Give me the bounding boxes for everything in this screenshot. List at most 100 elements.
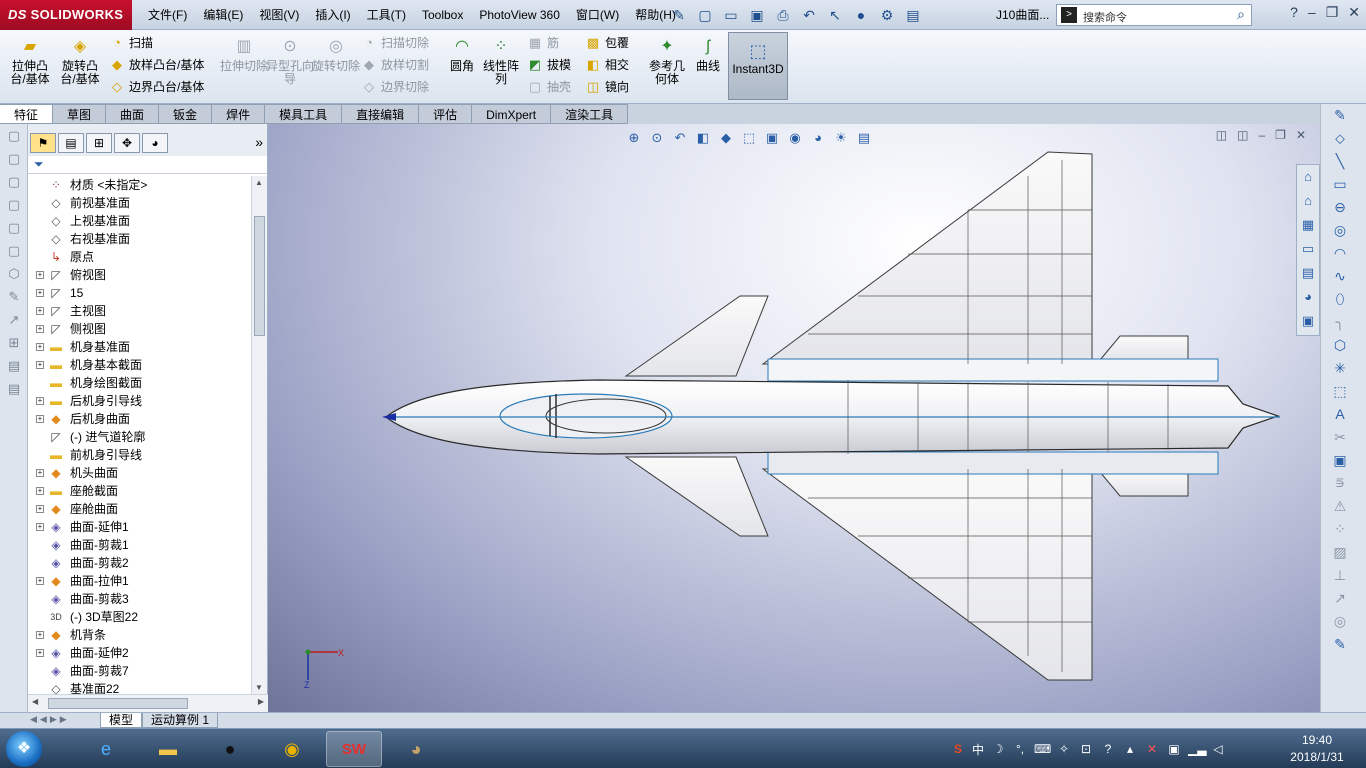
save-icon[interactable]: ▣ (746, 4, 768, 26)
convert-entities-icon[interactable]: ▣ (1325, 449, 1355, 472)
traffic-light-icon[interactable]: ● (850, 4, 872, 26)
tab-model[interactable]: 模型 (100, 713, 143, 728)
expand-toggle-icon[interactable]: + (36, 523, 44, 531)
upper-ventral-fin[interactable] (1098, 335, 1189, 361)
tree-item[interactable]: ◇ 基准面22 (28, 680, 252, 694)
curves-button[interactable]: ʃ 曲线 (690, 36, 726, 73)
lower-canard[interactable] (624, 456, 769, 537)
upper-canard[interactable] (624, 295, 769, 377)
offset-icon[interactable]: ⋾ (1325, 472, 1355, 495)
expand-toggle-icon[interactable]: + (36, 649, 44, 657)
volume-icon[interactable]: ◁ (1210, 742, 1226, 756)
extrude-boss-button[interactable]: ▰ 拉伸凸台/基体 (6, 36, 54, 86)
tree-item[interactable]: + ◈ 曲面-延伸1 (28, 518, 252, 536)
select-arrow-icon[interactable]: ↖ (824, 4, 846, 26)
solidworks-logo[interactable]: DS SOLIDWORKS (0, 0, 132, 30)
box-icon[interactable]: ▢ (0, 239, 28, 262)
menu-view[interactable]: 视图(V) (251, 0, 307, 30)
scroll-thumb[interactable] (48, 698, 188, 709)
tab-direct-editing[interactable]: 直接编辑 (342, 104, 420, 124)
search-commands-box[interactable]: > 搜索命令 ⌕ (1056, 4, 1252, 26)
expand-toggle-icon[interactable]: + (36, 307, 44, 315)
half-width-icon[interactable]: ☽ (990, 742, 1006, 756)
tree-filter[interactable]: ⏷ (28, 156, 267, 174)
tree-item[interactable]: + ◆ 机背条 (28, 626, 252, 644)
box-icon[interactable]: ▢ (0, 170, 28, 193)
wrap-button[interactable]: ▩ 包覆 (584, 32, 629, 54)
text-icon[interactable]: A (1325, 403, 1355, 426)
rapid-sketch-icon[interactable]: ✎ (1325, 633, 1355, 656)
tree-item[interactable]: ↳ 原点 (28, 248, 252, 266)
mirror-button[interactable]: ◫ 镜向 (584, 76, 629, 98)
canopy[interactable] (499, 393, 673, 439)
circle-icon[interactable]: ◎ (1325, 219, 1355, 242)
view-settings-icon[interactable]: ▤ (854, 128, 874, 148)
menu-toolbox[interactable]: Toolbox (414, 0, 471, 30)
zoom-to-fit-icon[interactable]: ⊕ (624, 128, 644, 148)
tab-features[interactable]: 特征 (0, 104, 54, 124)
expand-toggle-icon[interactable]: + (36, 325, 44, 333)
lower-main-wing[interactable] (761, 468, 1093, 681)
display-relations-icon[interactable]: ⊥ (1325, 564, 1355, 587)
tab-mold-tools[interactable]: 模具工具 (265, 104, 343, 124)
trim-icon[interactable]: ✂ (1325, 426, 1355, 449)
shell-button[interactable]: ▢ 抽壳 (526, 76, 571, 98)
tree-item[interactable]: ◈ 曲面-剪裁2 (28, 554, 252, 572)
tree-item[interactable]: ◈ 曲面-剪裁7 (28, 662, 252, 680)
network-icon[interactable]: ⊡ (1078, 742, 1094, 756)
tab-evaluate[interactable]: 评估 (419, 104, 473, 124)
scroll-thumb[interactable] (254, 216, 265, 336)
tree-item[interactable]: + ◆ 后机身曲面 (28, 410, 252, 428)
line-icon[interactable]: ╲ (1325, 150, 1355, 173)
scroll-right-icon[interactable]: ▶ (258, 697, 264, 706)
open-folder-icon[interactable]: ▭ (720, 4, 742, 26)
extrude-cut-button[interactable]: ▥ 拉伸切除 (220, 36, 268, 73)
tree-item[interactable]: + ◸ 15 (28, 284, 252, 302)
expand-toggle-icon[interactable]: + (36, 415, 44, 423)
apply-scene-icon[interactable]: ☀ (831, 128, 851, 148)
undo-icon[interactable]: ↶ (798, 4, 820, 26)
expand-toggle-icon[interactable]: + (36, 631, 44, 639)
section-view-icon[interactable]: ◧ (693, 128, 713, 148)
tab-motion-study[interactable]: 运动算例 1 (142, 713, 219, 728)
tree-item[interactable]: 3D (-) 3D草图22 (28, 608, 252, 626)
punctuation-icon[interactable]: °, (1012, 742, 1028, 756)
tree-item[interactable]: ◸ (-) 进气道轮廓 (28, 428, 252, 446)
draft-button[interactable]: ◩ 拔模 (526, 54, 571, 76)
relations-icon[interactable]: ⊞ (0, 331, 28, 354)
upper-intake[interactable] (767, 358, 1219, 382)
tray-app-icon[interactable]: ▣ (1166, 742, 1182, 756)
layer-icon[interactable]: ▤ (0, 377, 28, 400)
tab-sheet-metal[interactable]: 钣金 (159, 104, 213, 124)
expand-toggle-icon[interactable]: + (36, 271, 44, 279)
file-explorer-icon[interactable]: ▬ (140, 731, 196, 767)
feature-tree-tab-icon[interactable]: ⚑ (30, 133, 56, 153)
smart-dimension-icon[interactable]: ⬦ (1325, 127, 1355, 150)
tree-item[interactable]: ▬ 前机身引导线 (28, 446, 252, 464)
home-icon[interactable]: ⌂ (1297, 189, 1319, 213)
expand-toggle-icon[interactable]: + (36, 469, 44, 477)
property-manager-tab-icon[interactable]: ▤ (58, 133, 84, 153)
tree-item[interactable]: ◈ 曲面-剪裁1 (28, 536, 252, 554)
chevron-right-icon[interactable]: » (255, 134, 263, 150)
tree-vertical-scrollbar[interactable]: ▲ ▼ (251, 176, 267, 694)
tree-item[interactable]: + ◆ 机头曲面 (28, 464, 252, 482)
signal-icon[interactable]: ▁▃ (1188, 742, 1206, 756)
internet-explorer-icon[interactable]: e (78, 731, 134, 767)
menu-tools[interactable]: 工具(T) (359, 0, 414, 30)
tree-item[interactable]: + ◸ 侧视图 (28, 320, 252, 338)
edit-appearance-icon[interactable]: ◕ (808, 128, 828, 148)
tree-item[interactable]: + ▬ 后机身引导线 (28, 392, 252, 410)
hole-wizard-button[interactable]: ⊙ 异型孔向导 (266, 36, 314, 86)
search-input[interactable]: 搜索命令 (1083, 9, 1127, 25)
custom-properties-icon[interactable]: ▣ (1297, 309, 1319, 333)
lower-ventral-fin[interactable] (1098, 471, 1189, 497)
paint-icon[interactable]: ◕ (388, 731, 444, 767)
tab-render-tools[interactable]: 渲染工具 (551, 104, 629, 124)
system-clock[interactable]: 19:40 2018/1/31 (1282, 732, 1352, 766)
layer-icon[interactable]: ▤ (0, 354, 28, 377)
tab-dimxpert[interactable]: DimXpert (472, 104, 552, 124)
scroll-left-icon[interactable]: ◀ (32, 697, 38, 706)
display-manager-tab-icon[interactable]: ◕ (142, 133, 168, 153)
menu-window[interactable]: 窗口(W) (568, 0, 627, 30)
